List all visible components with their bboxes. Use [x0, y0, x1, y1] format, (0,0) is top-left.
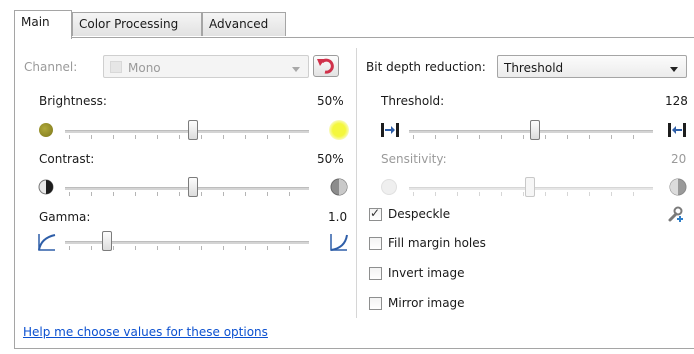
tab-main[interactable]: Main	[14, 10, 72, 39]
gamma-value: 1.0	[328, 210, 348, 224]
channel-select[interactable]: Mono	[103, 55, 309, 78]
bit-depth-select[interactable]: Threshold	[497, 55, 687, 78]
contrast-slider-track[interactable]	[65, 187, 309, 190]
contrast-value: 50%	[317, 152, 344, 166]
despeckle-checkbox[interactable]: ✓	[369, 206, 382, 221]
wrench-settings-icon[interactable]	[666, 205, 684, 223]
sensitivity-low-icon	[381, 179, 397, 195]
threshold-high-icon	[668, 123, 686, 137]
checkmark-icon: ✓	[370, 206, 381, 220]
invert-image-checkbox[interactable]	[369, 267, 382, 280]
contrast-low-icon	[38, 179, 54, 195]
contrast-high-icon	[330, 178, 348, 196]
sensitivity-label: Sensitivity:	[381, 152, 447, 166]
brightness-value: 50%	[317, 94, 344, 108]
invert-image-label[interactable]: Invert image	[388, 266, 464, 280]
mirror-image-label[interactable]: Mirror image	[388, 296, 465, 310]
threshold-low-icon	[381, 123, 399, 137]
threshold-slider-thumb[interactable]	[530, 120, 540, 140]
tab-color-processing[interactable]: Color Processing	[72, 12, 202, 36]
brightness-slider-track[interactable]	[65, 130, 309, 133]
help-link[interactable]: Help me choose values for these options	[23, 325, 268, 339]
gamma-high-curve-icon	[330, 234, 348, 251]
threshold-label: Threshold:	[381, 94, 445, 108]
chevron-down-icon	[670, 67, 678, 72]
channel-select-value: Mono	[128, 61, 161, 75]
mirror-image-checkbox[interactable]	[369, 297, 382, 310]
sensitivity-value: 20	[671, 152, 687, 166]
column-divider	[356, 48, 357, 318]
brightness-high-icon	[329, 120, 349, 140]
bit-depth-select-value: Threshold	[504, 61, 564, 75]
sensitivity-high-icon	[669, 178, 687, 196]
contrast-slider-thumb[interactable]	[188, 177, 198, 197]
contrast-label: Contrast:	[39, 152, 95, 166]
bit-depth-label: Bit depth reduction:	[366, 60, 486, 74]
gamma-label: Gamma:	[39, 210, 91, 224]
brightness-slider-thumb[interactable]	[188, 120, 198, 140]
gamma-slider-thumb[interactable]	[102, 231, 112, 251]
brightness-low-icon	[39, 123, 53, 137]
brightness-label: Brightness:	[39, 94, 107, 108]
main-tab-panel: Channel: Mono Brightness: 50% Contrast: …	[14, 37, 694, 349]
despeckle-label[interactable]: Despeckle	[388, 207, 450, 221]
channel-label: Channel:	[24, 60, 78, 74]
chevron-down-icon	[292, 67, 300, 72]
sensitivity-slider-thumb[interactable]	[525, 177, 535, 197]
tab-advanced[interactable]: Advanced	[202, 12, 286, 36]
fill-margin-holes-label[interactable]: Fill margin holes	[388, 236, 486, 250]
fill-margin-holes-checkbox[interactable]	[369, 237, 382, 250]
threshold-value: 128	[665, 94, 688, 108]
gamma-low-curve-icon	[38, 234, 56, 251]
reset-button[interactable]	[313, 55, 339, 77]
mono-swatch-icon	[110, 61, 122, 73]
undo-arrow-icon	[317, 58, 334, 74]
